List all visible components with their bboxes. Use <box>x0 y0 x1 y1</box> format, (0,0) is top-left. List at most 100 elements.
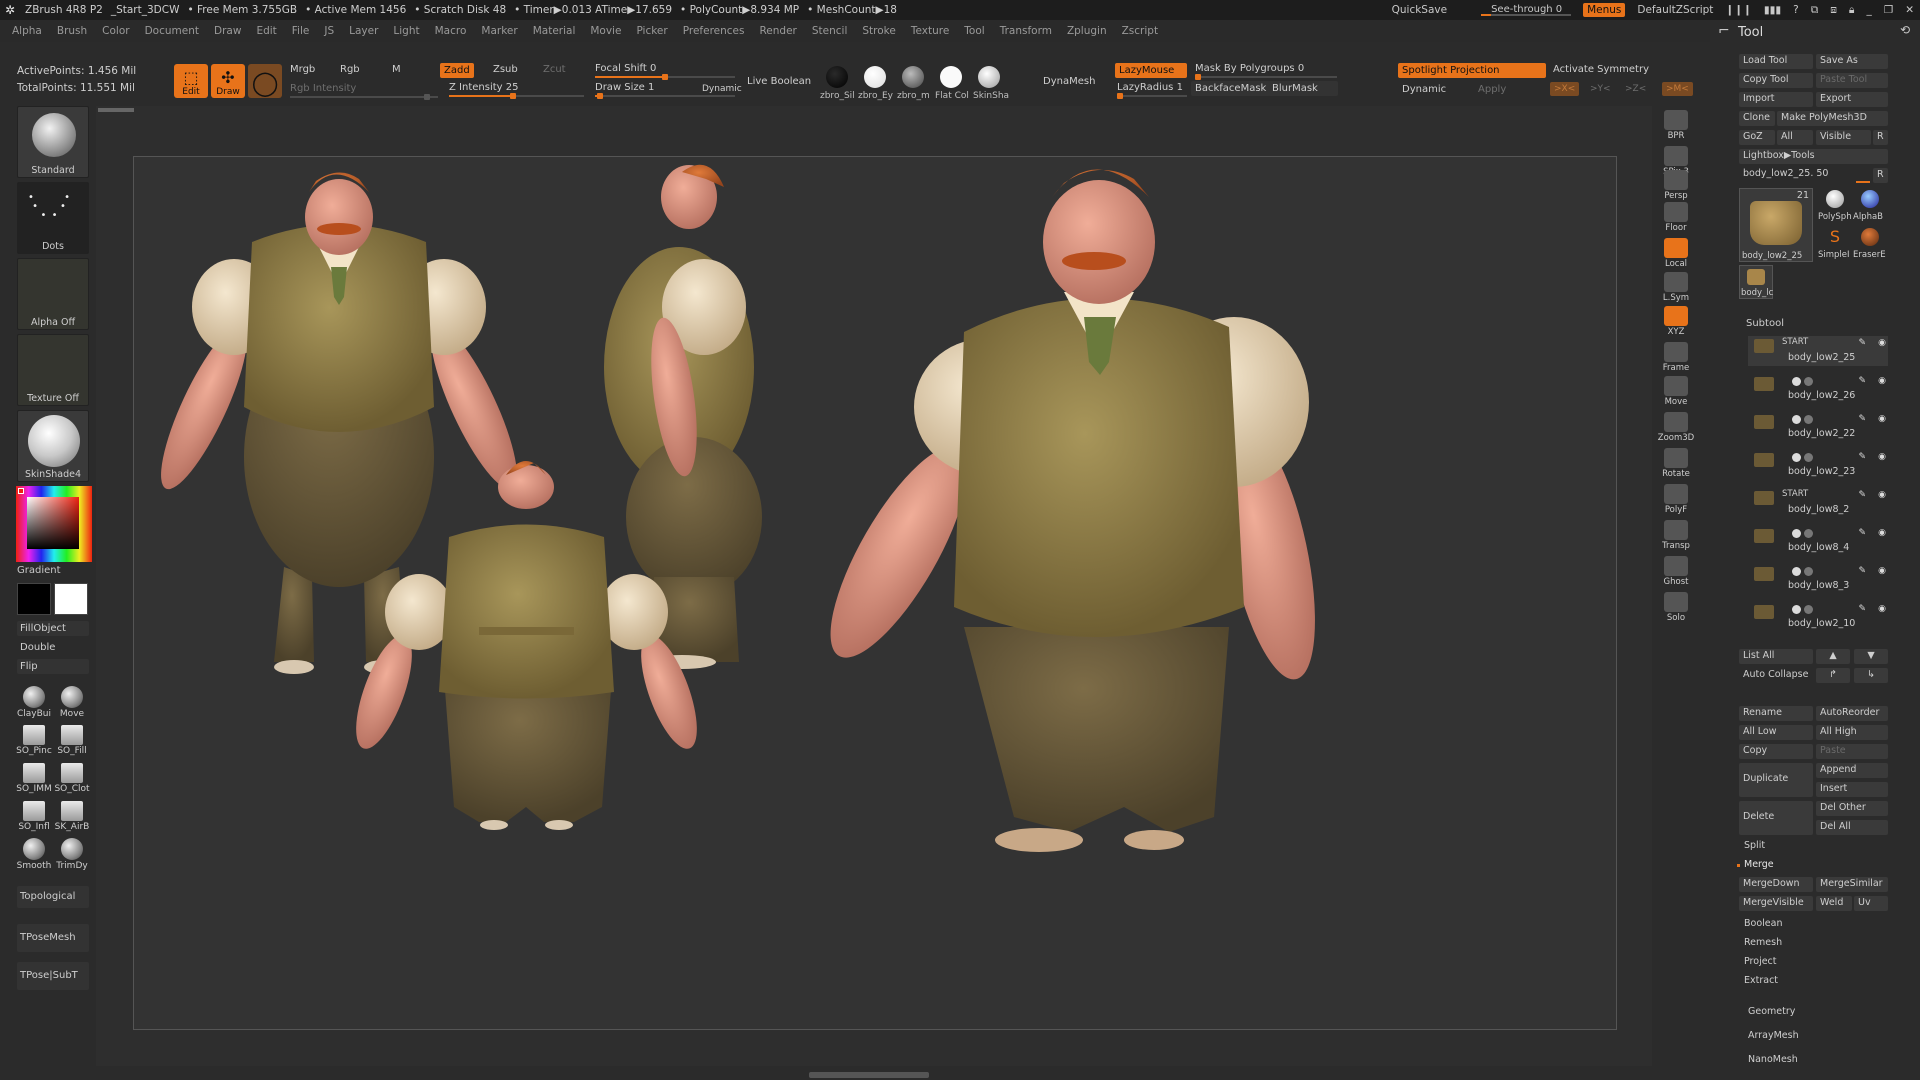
brush-icon[interactable]: ✎ <box>1858 414 1866 424</box>
menu-color[interactable]: Color <box>102 25 129 37</box>
weld-button[interactable]: Weld <box>1816 896 1852 911</box>
focal-shift-slider[interactable]: Focal Shift 0 <box>595 63 735 80</box>
layout-icon-1[interactable]: ❙❙❙ <box>1725 4 1751 16</box>
current-tool-thumbnail[interactable]: 21 body_low2_25 <box>1739 188 1813 262</box>
material-flat-color-swatch[interactable] <box>940 66 962 88</box>
del-all-button[interactable]: Del All <box>1816 820 1888 835</box>
load-tool-button[interactable]: Load Tool <box>1739 54 1813 69</box>
z-intensity-slider[interactable]: Z Intensity 25 <box>449 82 584 99</box>
simplebrush-tool-thumb[interactable]: S SimpleI <box>1818 226 1852 261</box>
menu-stroke[interactable]: Stroke <box>862 25 895 37</box>
material-skinshade-swatch[interactable] <box>978 66 1000 88</box>
menu-zplugin[interactable]: Zplugin <box>1067 25 1107 37</box>
material-zbro-sil-swatch[interactable] <box>826 66 848 88</box>
mask-by-polygroups-slider[interactable]: Mask By Polygroups 0 <box>1195 63 1337 80</box>
eye-icon[interactable]: ◉ <box>1878 490 1886 500</box>
solo-button[interactable]: Solo <box>1656 592 1696 626</box>
double-button[interactable]: Double <box>17 640 89 655</box>
extract-subpalette[interactable]: Extract <box>1744 975 1778 986</box>
eye-icon[interactable]: ◉ <box>1878 376 1886 386</box>
rgb-toggle[interactable]: Rgb <box>340 64 360 75</box>
backface-mask-button[interactable]: BackfaceMask <box>1191 81 1271 96</box>
split-subpalette[interactable]: Split <box>1744 840 1765 851</box>
menu-light[interactable]: Light <box>393 25 419 37</box>
import-button[interactable]: Import <box>1739 92 1813 107</box>
persp-button[interactable]: Persp <box>1656 170 1696 204</box>
paste-tool-button[interactable]: Paste Tool <box>1816 73 1888 88</box>
maximize-icon[interactable]: ❐ <box>1884 4 1893 16</box>
menu-tool[interactable]: Tool <box>964 25 984 37</box>
document-canvas[interactable] <box>133 156 1617 1030</box>
subtool-dynamic-toggle[interactable] <box>1804 605 1813 614</box>
gradient-label[interactable]: Gradient <box>17 565 61 576</box>
brush-icon[interactable]: ✎ <box>1858 338 1866 348</box>
brush-icon[interactable]: ✎ <box>1858 376 1866 386</box>
brush-preview-button[interactable]: ◯ <box>248 64 282 98</box>
move-brush[interactable]: Move <box>54 684 90 719</box>
tpose-subt-button[interactable]: TPose|SubT <box>17 962 89 990</box>
arraymesh-subpalette[interactable]: ArrayMesh <box>1748 1030 1799 1041</box>
subtool-row[interactable]: ✎ ◉ body_low2_22 <box>1748 412 1888 442</box>
small-tool-thumbnail[interactable]: body_lc <box>1739 265 1773 299</box>
subtool-dynamic-toggle[interactable] <box>1804 453 1813 462</box>
rotate-button[interactable]: Rotate <box>1656 448 1696 482</box>
menu-layer[interactable]: Layer <box>349 25 378 37</box>
dynamic-symmetry-toggle[interactable]: Dynamic <box>1402 84 1446 95</box>
eraserbrush-tool-thumb[interactable]: EraserE <box>1853 226 1887 260</box>
brush-icon[interactable]: ✎ <box>1858 604 1866 614</box>
subtool-row[interactable]: ✎ ◉ body_low2_10 <box>1748 602 1888 632</box>
canvas-scroll-handle[interactable] <box>98 108 134 112</box>
m-toggle[interactable]: M <box>392 64 401 75</box>
zadd-button[interactable]: Zadd <box>440 63 474 78</box>
l-sym-button[interactable]: L.Sym <box>1656 272 1696 306</box>
merge-subpalette[interactable]: Merge <box>1744 859 1774 870</box>
uv-button[interactable]: Uv <box>1854 896 1888 911</box>
transp-button[interactable]: Transp <box>1656 520 1696 554</box>
subtool-polypaint-toggle[interactable] <box>1792 605 1801 614</box>
eye-icon[interactable]: ◉ <box>1878 414 1886 424</box>
append-button[interactable]: Append <box>1816 763 1888 778</box>
menu-stencil[interactable]: Stencil <box>812 25 848 37</box>
floor-button[interactable]: Floor <box>1656 202 1696 236</box>
material-thumbnail[interactable]: SkinShade4 <box>17 410 89 482</box>
rename-button[interactable]: Rename <box>1739 706 1813 721</box>
copy-subtool-button[interactable]: Copy <box>1739 744 1813 759</box>
menu-zscript[interactable]: Zscript <box>1122 25 1158 37</box>
menu-transform[interactable]: Transform <box>1000 25 1052 37</box>
subtool-row[interactable]: ✎ ◉ body_low2_23 <box>1748 450 1888 480</box>
ghost-button[interactable]: Ghost <box>1656 556 1696 590</box>
canvas-bottom-handle[interactable] <box>809 1072 929 1078</box>
lazymouse-button[interactable]: LazyMouse <box>1115 63 1187 78</box>
eye-icon[interactable]: ◉ <box>1878 452 1886 462</box>
mrgb-toggle[interactable]: Mrgb <box>290 64 315 75</box>
alpha-thumbnail[interactable]: Alpha Off <box>17 258 89 330</box>
subtool-polypaint-toggle[interactable] <box>1792 567 1801 576</box>
subtool-dynamic-toggle[interactable] <box>1804 377 1813 386</box>
subtool-dynamic-toggle[interactable] <box>1804 415 1813 424</box>
goz-visible-button[interactable]: Visible <box>1816 130 1871 145</box>
mergevisible-button[interactable]: MergeVisible <box>1739 896 1813 911</box>
dynamesh-button[interactable]: DynaMesh <box>1043 76 1095 87</box>
subtool-polypaint-toggle[interactable] <box>1792 415 1801 424</box>
brush-icon[interactable]: ✎ <box>1858 452 1866 462</box>
menu-texture[interactable]: Texture <box>911 25 949 37</box>
stroke-thumbnail[interactable]: • • • • • • Dots <box>17 182 89 254</box>
edit-mode-button[interactable]: ⬚ Edit <box>174 64 208 98</box>
goz-button[interactable]: GoZ <box>1739 130 1775 145</box>
mergesimilar-button[interactable]: MergeSimilar <box>1816 877 1888 892</box>
default-zscript-button[interactable]: DefaultZScript <box>1637 4 1713 16</box>
dynamic-size-toggle[interactable]: Dynamic <box>702 84 742 94</box>
subtool-dynamic-toggle[interactable] <box>1804 529 1813 538</box>
subtool-dynamic-toggle[interactable] <box>1804 567 1813 576</box>
spotlight-projection-button[interactable]: Spotlight Projection <box>1398 63 1546 78</box>
claybuildup-brush[interactable]: ClayBui <box>16 684 52 719</box>
list-all-button[interactable]: List All <box>1739 649 1813 664</box>
zcut-button[interactable]: Zcut <box>543 64 566 75</box>
frame-button[interactable]: Frame <box>1656 342 1696 376</box>
mergedown-button[interactable]: MergeDown <box>1739 877 1813 892</box>
lightbox-tools-button[interactable]: Lightbox▶Tools <box>1739 149 1888 164</box>
autoreorder-button[interactable]: AutoReorder <box>1816 706 1888 721</box>
quicksave-button[interactable]: QuickSave <box>1392 4 1447 16</box>
fillobject-button[interactable]: FillObject <box>17 621 89 636</box>
move-button[interactable]: Move <box>1656 376 1696 410</box>
